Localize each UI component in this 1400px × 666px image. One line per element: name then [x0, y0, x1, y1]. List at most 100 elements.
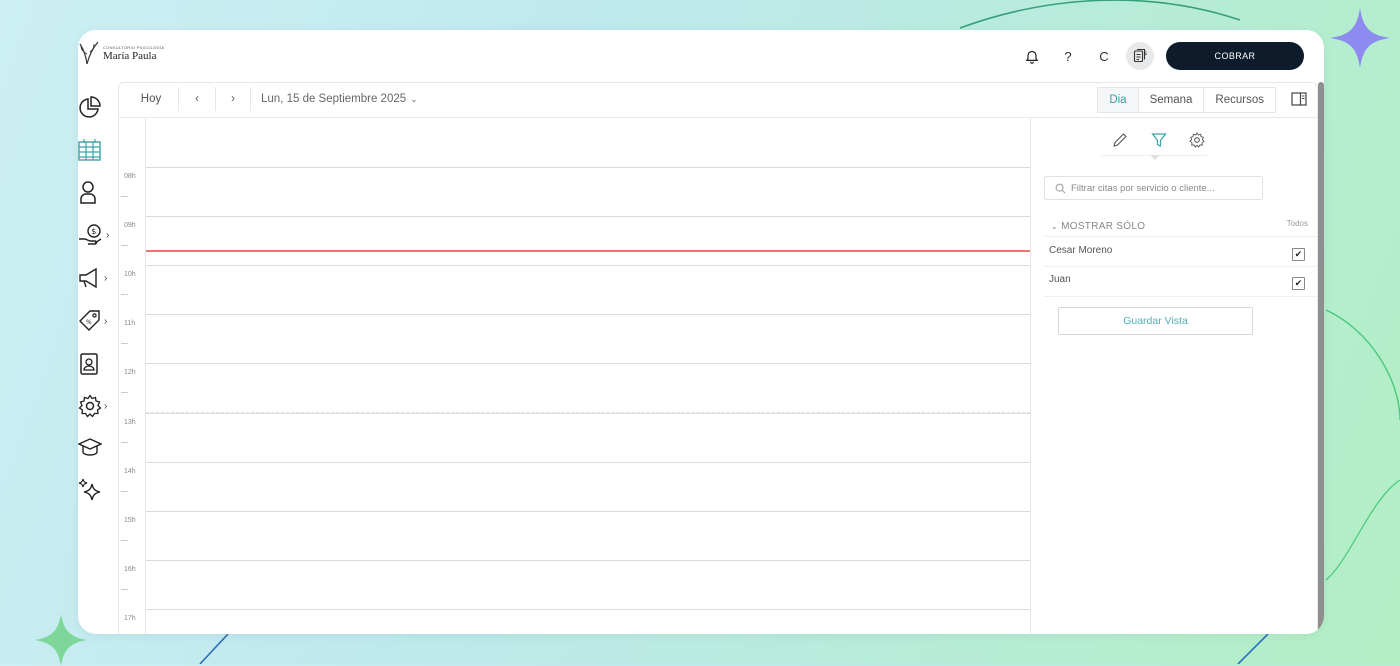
hour-label: 12h: [124, 369, 136, 376]
sidebar-item-calendar[interactable]: [78, 135, 114, 165]
sidebar-item-academy[interactable]: [78, 432, 114, 462]
employee-checkbox[interactable]: ✔: [1292, 277, 1305, 290]
hour-row: 12h: [119, 363, 1030, 412]
next-day-button[interactable]: ›: [216, 87, 250, 111]
sparkles-icon: [78, 478, 101, 501]
current-date-label: Lun, 15 de Septiembre 2025: [261, 93, 407, 105]
day-grid[interactable]: 08h 09h 10h 11h 12h 13h 14h 15h 16h 17h: [119, 118, 1030, 634]
user-initial-avatar[interactable]: C: [1090, 42, 1118, 70]
row-divider: [1044, 296, 1317, 297]
tab-semana[interactable]: Semana: [1137, 88, 1204, 112]
logo-subtitle: CONSULTORIO PSICOLOGÍA: [103, 44, 165, 50]
toolbar-divider: [250, 87, 251, 111]
hour-label: 15h: [124, 517, 136, 524]
sidebar: $ › › % › ›: [78, 82, 118, 634]
calendar-area: Hoy ‹ › Lun, 15 de Septiembre 2025 ⌄ Dia…: [118, 82, 1318, 634]
app-window: CONSULTORIO PSICOLOGÍA María Paula ? C $…: [78, 30, 1324, 634]
search-icon: [1055, 183, 1066, 193]
filter-icon[interactable]: [1145, 128, 1173, 152]
hour-row: 15h: [119, 511, 1030, 560]
chevron-down-icon: ⌄: [1051, 222, 1059, 231]
sidebar-item-payments[interactable]: $ ›: [78, 220, 114, 250]
hour-row: 14h: [119, 462, 1030, 511]
chevron-down-icon: ⌄: [410, 93, 418, 104]
hour-label: 17h: [124, 615, 136, 622]
mostrar-solo-toggle[interactable]: ⌄ MOSTRAR SÓLO: [1051, 221, 1145, 232]
tab-recursos[interactable]: Recursos: [1203, 88, 1275, 112]
megaphone-icon: [79, 267, 97, 289]
sidebar-item-ai[interactable]: [78, 475, 114, 505]
pencil-icon[interactable]: [1106, 128, 1134, 152]
filter-search-input[interactable]: Filtrar citas por servicio o cliente...: [1044, 176, 1263, 200]
hour-label: 13h: [124, 419, 136, 426]
todos-link[interactable]: Todos: [1287, 219, 1308, 228]
sidebar-item-settings[interactable]: ›: [78, 391, 114, 421]
logo-name: María Paula: [103, 49, 157, 62]
current-time-indicator: [146, 250, 1030, 252]
brand-logo[interactable]: CONSULTORIO PSICOLOGÍA María Paula: [78, 40, 164, 66]
star-decoration-top-right: [1330, 8, 1390, 68]
money-hand-icon: $: [79, 224, 102, 245]
gear-icon: [78, 394, 102, 418]
cash-register-icon[interactable]: $: [1126, 42, 1154, 70]
sidebar-chevron: ›: [106, 229, 110, 241]
person-icon: [80, 181, 96, 204]
today-button[interactable]: Hoy: [129, 87, 173, 111]
date-picker[interactable]: Lun, 15 de Septiembre 2025 ⌄: [261, 87, 418, 111]
sidebar-item-marketing[interactable]: ›: [78, 263, 114, 293]
sidebar-chevron: ›: [104, 272, 108, 284]
employee-name: Juan: [1049, 274, 1071, 285]
help-icon[interactable]: ?: [1054, 42, 1082, 70]
tab-dia[interactable]: Dia: [1098, 88, 1138, 112]
sidebar-item-clients[interactable]: [78, 177, 114, 207]
cobrar-button[interactable]: COBRAR: [1166, 42, 1304, 70]
hour-row: 13h: [119, 413, 1030, 462]
hour-label: 08h: [124, 173, 136, 180]
panel-tabs: [1106, 128, 1211, 156]
hour-label: 10h: [124, 271, 136, 278]
pie-chart-icon: [79, 96, 101, 118]
panel-toggle-icon[interactable]: [1291, 91, 1307, 112]
svg-text:%: %: [86, 319, 92, 326]
row-divider: [1044, 236, 1317, 237]
calendar-grid-icon: [78, 139, 101, 161]
hour-row: 16h: [119, 560, 1030, 609]
page-scrollbar[interactable]: [1318, 82, 1324, 634]
midday-divider: [146, 412, 1030, 413]
hour-label: 14h: [124, 468, 136, 475]
sidebar-item-promotions[interactable]: % ›: [78, 306, 114, 336]
sidebar-chevron: ›: [104, 315, 108, 327]
employee-name: Cesar Moreno: [1049, 245, 1113, 256]
graduation-cap-icon: [78, 438, 102, 456]
contact-card-icon: [80, 353, 98, 375]
hour-label: 16h: [124, 566, 136, 573]
sidebar-item-dashboard[interactable]: [78, 92, 114, 122]
hour-row: 11h: [119, 314, 1030, 363]
calendar-toolbar: Hoy ‹ › Lun, 15 de Septiembre 2025 ⌄ Dia…: [119, 83, 1317, 118]
sidebar-item-contacts[interactable]: [78, 349, 114, 379]
svg-text:$: $: [1144, 51, 1147, 57]
employee-checkbox[interactable]: ✔: [1292, 248, 1305, 261]
hour-row: 09h: [119, 216, 1030, 265]
hour-row: 10h: [119, 265, 1030, 314]
mostrar-solo-label: MOSTRAR SÓLO: [1061, 221, 1146, 232]
prev-day-button[interactable]: ‹: [179, 87, 215, 111]
sidebar-chevron: ›: [104, 400, 108, 412]
filter-panel: Filtrar citas por servicio o cliente... …: [1030, 118, 1317, 634]
logo-flower-icon: [79, 41, 99, 65]
top-bar: CONSULTORIO PSICOLOGÍA María Paula ? C $…: [78, 30, 1324, 82]
hour-label: 11h: [124, 320, 136, 327]
filter-placeholder: Filtrar citas por servicio o cliente...: [1071, 182, 1215, 194]
hour-row: 08h: [119, 167, 1030, 216]
view-switcher: Dia Semana Recursos: [1097, 87, 1276, 113]
hour-label: 09h: [124, 222, 136, 229]
hour-row: 17h: [119, 609, 1030, 634]
gear-icon[interactable]: [1183, 128, 1211, 152]
svg-text:$: $: [91, 227, 96, 236]
active-tab-caret: [1150, 155, 1160, 160]
bell-icon[interactable]: [1018, 42, 1046, 70]
tag-icon: %: [79, 310, 100, 331]
row-divider: [1044, 266, 1317, 267]
top-actions: ? C $ COBRAR: [1018, 42, 1304, 70]
guardar-vista-button[interactable]: Guardar Vista: [1058, 307, 1253, 335]
